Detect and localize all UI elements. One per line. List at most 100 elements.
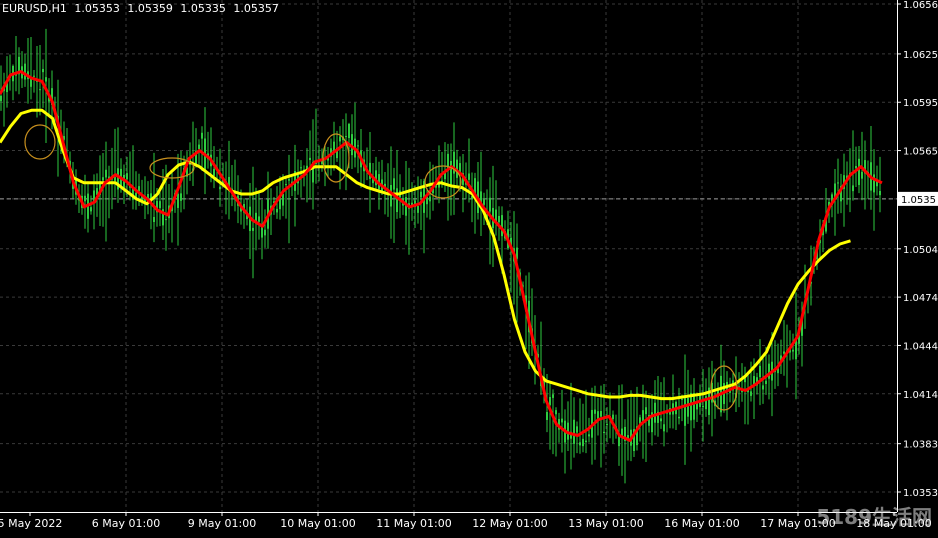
candle-body (489, 197, 491, 212)
candle-body (339, 136, 341, 142)
x-tick-label: 16 May 01:00 (664, 517, 739, 530)
candle-body (663, 424, 665, 432)
crossover-circle (24, 124, 56, 160)
candle-body (429, 196, 431, 202)
candle-body (654, 402, 656, 423)
candle-body (309, 157, 311, 161)
candle-body (759, 365, 761, 378)
x-tick-label: 12 May 01:00 (472, 517, 547, 530)
candle-body (702, 405, 704, 408)
low-value: 1.05335 (180, 2, 226, 15)
candle-body (42, 68, 44, 73)
candle-body (687, 398, 689, 417)
grid-layer (0, 0, 897, 512)
candle-body (105, 169, 107, 178)
candle-body (201, 132, 203, 139)
candle-body (285, 184, 287, 186)
candle-body (852, 185, 854, 192)
candle-body (165, 219, 167, 221)
x-tick-label: 9 May 01:00 (188, 517, 256, 530)
candle-body (783, 351, 785, 354)
fast-ma-line (0, 70, 883, 442)
candle-layer (0, 28, 881, 484)
candle-body (276, 208, 278, 213)
y-tick-label: 1.0383 (903, 440, 938, 451)
chart-root: 1.0656 1.0625 1.0595 1.0565 1.0504 1.0474 1.04… (0, 0, 938, 534)
y-tick-label: 1.0414 (903, 390, 938, 401)
candle-body (588, 434, 590, 437)
candle-body (855, 166, 857, 169)
candle-body (102, 177, 104, 181)
candle-body (45, 77, 47, 82)
candle-body (603, 431, 605, 434)
candle-body (450, 160, 452, 186)
y-tick-label: 1.0504 (903, 245, 938, 256)
price-chart[interactable]: 1.0656 1.0625 1.0595 1.0565 1.0504 1.0474 1.04… (0, 0, 938, 534)
candle-body (261, 226, 263, 238)
candle-body (606, 423, 608, 425)
current-price-label: 1.0535 (901, 195, 936, 206)
candle-body (483, 199, 485, 205)
candle-body (420, 191, 422, 198)
candle-body (393, 178, 395, 190)
high-value: 1.05359 (127, 2, 173, 15)
candle-body (600, 411, 602, 417)
candle-body (582, 438, 584, 447)
candle-body (114, 177, 116, 181)
x-tick-label: 5 May 2022 (0, 517, 62, 530)
y-tick-label: 1.0595 (903, 98, 938, 109)
candle-body (594, 409, 596, 414)
candle-body (345, 136, 347, 138)
candle-body (33, 75, 35, 77)
candle-body (24, 63, 26, 80)
candle-body (792, 349, 794, 352)
candle-body (561, 418, 563, 423)
candle-body (750, 391, 752, 396)
candle-body (264, 229, 266, 236)
highlight-circles (24, 124, 738, 411)
candle-body (258, 216, 260, 222)
candle-body (612, 414, 614, 420)
candle-body (684, 398, 686, 426)
candle-body (39, 89, 41, 91)
axis-layer: 1.0656 1.0625 1.0595 1.0565 1.0504 1.0474 1.04… (0, 0, 938, 530)
candle-body (642, 410, 644, 421)
candle-body (90, 207, 92, 212)
candle-body (159, 201, 161, 209)
open-value: 1.05353 (74, 2, 120, 15)
candle-body (660, 418, 662, 422)
candle-body (549, 397, 551, 406)
candle-body (576, 426, 578, 433)
x-tick-label: 11 May 01:00 (376, 517, 451, 530)
candle-body (858, 158, 860, 185)
moving-average-layer (0, 70, 883, 442)
candle-body (30, 78, 32, 87)
candle-body (645, 407, 647, 415)
candle-body (180, 193, 182, 201)
x-tick-label: 13 May 01:00 (568, 517, 643, 530)
candle-body (468, 173, 470, 180)
candle-body (219, 186, 221, 190)
candle-body (459, 163, 461, 173)
candle-body (765, 380, 767, 385)
y-tick-label: 1.0353 (903, 488, 938, 499)
candle-body (879, 191, 881, 196)
candle-body (153, 216, 155, 223)
candle-body (573, 419, 575, 444)
x-tick-label: 6 May 01:00 (92, 517, 160, 530)
candle-body (198, 144, 200, 150)
y-tick-label: 1.0656 (903, 0, 938, 11)
candle-body (579, 442, 581, 446)
candle-body (762, 385, 764, 390)
candle-body (585, 440, 587, 443)
watermark: 5189生活网 (816, 505, 932, 529)
y-tick-label: 1.0565 (903, 147, 938, 158)
slow-ma-line (0, 108, 851, 401)
candle-body (300, 167, 302, 169)
candle-body (555, 410, 557, 415)
candle-body (252, 227, 254, 231)
y-tick-label: 1.0444 (903, 341, 938, 352)
candle-body (693, 393, 695, 420)
candle-body (861, 171, 863, 179)
candle-body (177, 193, 179, 208)
